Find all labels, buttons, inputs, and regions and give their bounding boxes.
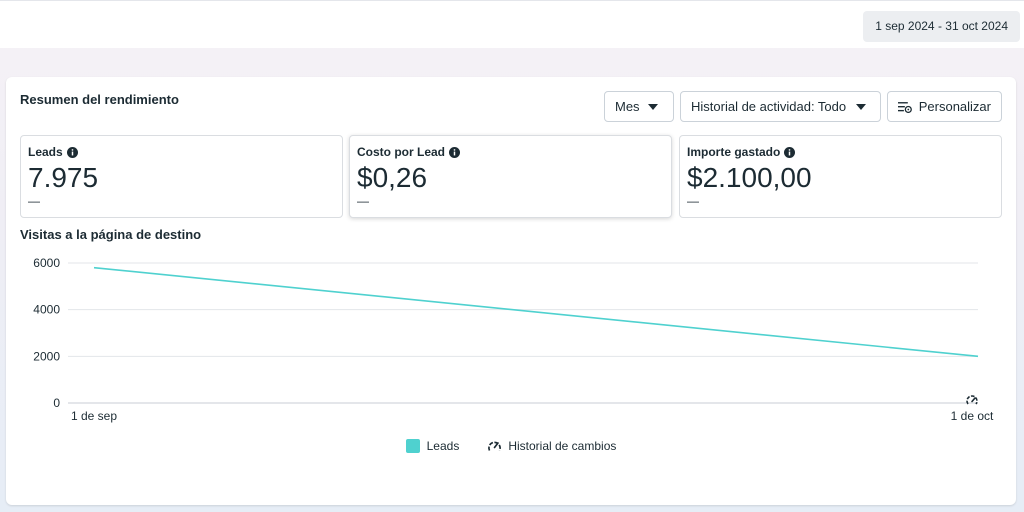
legend-swatch (405, 439, 420, 453)
marker-needle (971, 397, 976, 403)
legend-label: Historial de cambios (508, 439, 617, 453)
date-range-picker[interactable]: 1 sep 2024 - 31 oct 2024 (863, 11, 1020, 42)
change-history-icon (488, 441, 502, 451)
y-tick-label: 2000 (33, 349, 60, 363)
y-tick-label: 6000 (33, 256, 60, 270)
legend-item-leads[interactable]: Leads (405, 439, 460, 453)
legend-item-change-history[interactable]: Historial de cambios (487, 439, 616, 453)
performance-summary-card: Resumen del rendimiento Mes Historial de… (6, 77, 1016, 505)
y-tick-label: 4000 (33, 303, 60, 317)
series-line (93, 266, 979, 358)
x-tick-label: 1 de sep (71, 409, 117, 423)
legend-label: Leads (426, 439, 460, 453)
y-tick-label: 0 (53, 396, 60, 410)
line-chart: 0 2000 4000 6000 1 de sep 1 de oct (33, 256, 994, 423)
top-bar: 1 sep 2024 - 31 oct 2024 (0, 0, 1024, 48)
x-tick-label: 1 de oct (951, 409, 994, 423)
chart-legend: Leads Historial de cambios (6, 439, 1016, 453)
